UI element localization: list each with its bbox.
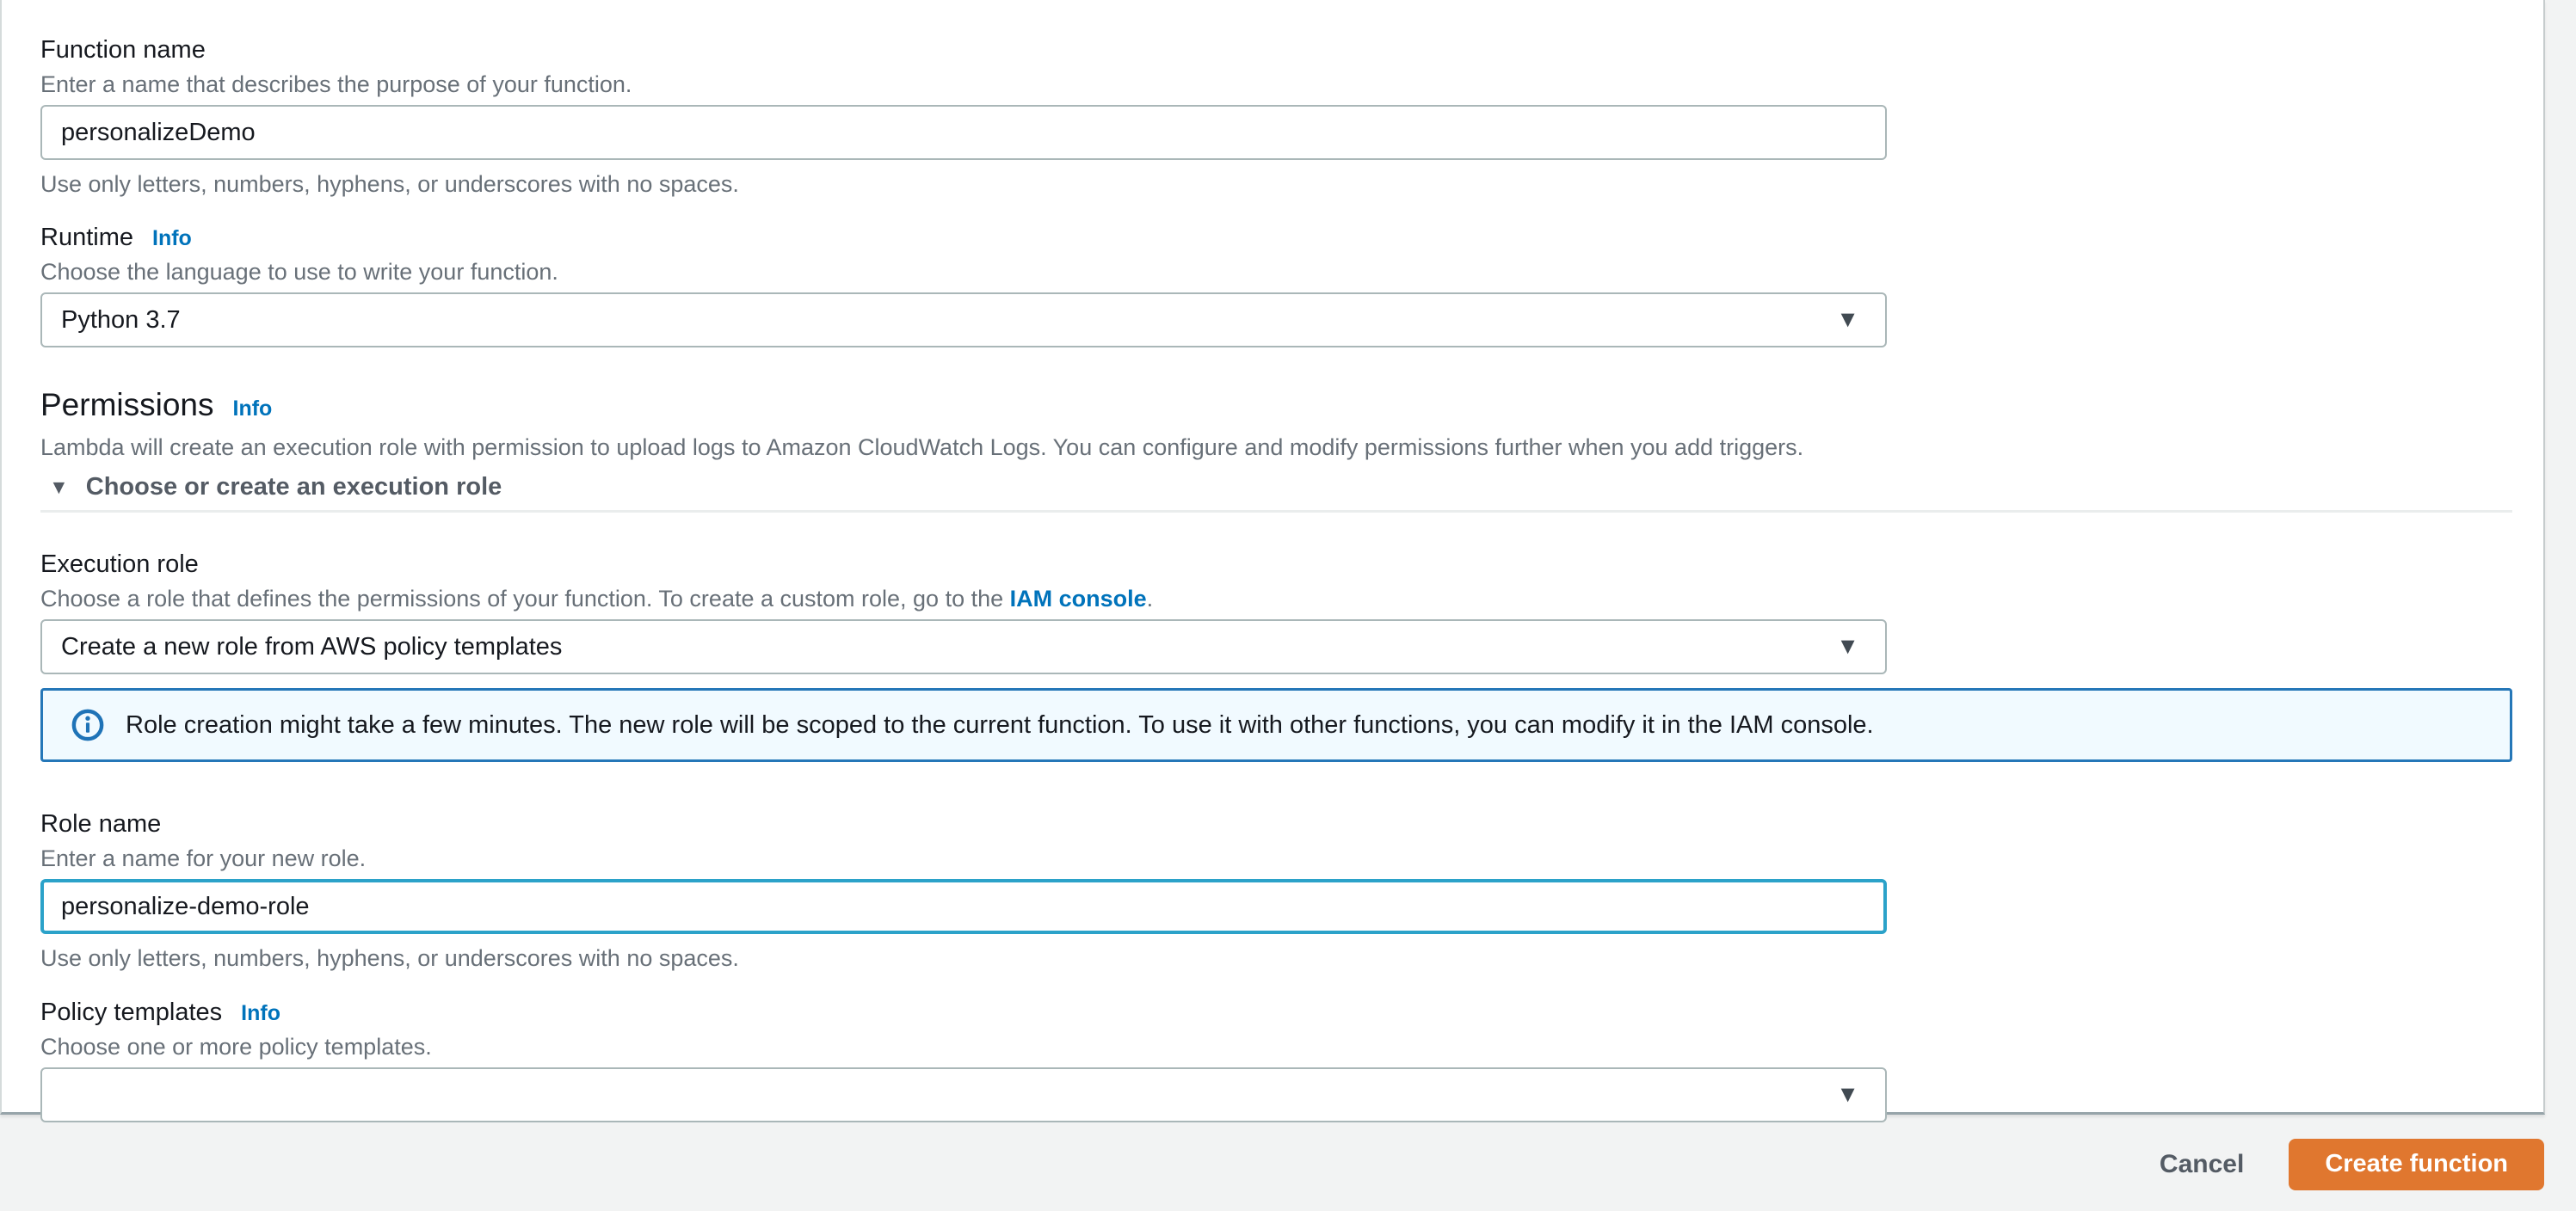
triangle-down-icon: ▼ [49, 475, 69, 498]
function-name-description: Enter a name that describes the purpose … [40, 71, 632, 97]
function-name-constraint-text: Use only letters, numbers, hyphens, or u… [40, 171, 739, 197]
permissions-heading: Permissions [40, 387, 214, 422]
function-name-label: Function name [40, 36, 206, 64]
runtime-description: Choose the language to use to write your… [40, 259, 558, 285]
chevron-down-icon: ▼ [1836, 632, 1859, 659]
role-name-constraint-text: Use only letters, numbers, hyphens, or u… [40, 945, 739, 971]
permissions-description: Lambda will create an execution role wit… [40, 434, 1804, 460]
cancel-button[interactable]: Cancel [2160, 1150, 2244, 1179]
iam-console-link[interactable]: IAM console [1010, 586, 1147, 612]
footer-action-bar: Cancel Create function [0, 1117, 2576, 1211]
policy-templates-select[interactable]: ▼ [40, 1067, 1887, 1122]
execution-role-expander[interactable]: ▼ Choose or create an execution role [40, 471, 2509, 502]
chevron-down-icon: ▼ [1836, 1080, 1859, 1107]
role-name-description: Enter a name for your new role. [40, 845, 367, 871]
function-name-section: Function name Enter a name that describe… [40, 0, 2509, 199]
execution-role-description-text: Choose a role that defines the permissio… [40, 586, 1010, 612]
execution-role-label: Execution role [40, 550, 199, 578]
runtime-section: Runtime Info Choose the language to use … [40, 199, 2509, 347]
create-function-form-card: Function name Enter a name that describe… [0, 0, 2545, 1122]
execution-role-section: Execution role Choose a role that define… [40, 513, 2512, 762]
execution-role-description: Choose a role that defines the permissio… [40, 584, 2509, 613]
permissions-heading-row: Permissions Info [40, 347, 2509, 425]
runtime-select[interactable]: Python 3.7 ▼ [40, 292, 1887, 347]
role-name-section: Role name Enter a name for your new role… [40, 762, 2509, 973]
chevron-down-icon: ▼ [1836, 305, 1859, 332]
execution-role-select[interactable]: Create a new role from AWS policy templa… [40, 619, 1887, 674]
runtime-selected-value: Python 3.7 [61, 305, 181, 334]
role-name-label: Role name [40, 810, 162, 838]
runtime-label: Runtime [40, 224, 133, 251]
policy-templates-info-link[interactable]: Info [241, 1001, 280, 1026]
policy-templates-section: Policy templates Info Choose one or more… [40, 973, 2509, 1122]
execution-role-selected-value: Create a new role from AWS policy templa… [61, 632, 563, 661]
runtime-info-link[interactable]: Info [152, 226, 192, 251]
create-function-button[interactable]: Create function [2289, 1138, 2544, 1190]
alert-message: Role creation might take a few minutes. … [126, 711, 1874, 739]
role-creation-info-alert: Role creation might take a few minutes. … [40, 688, 2512, 762]
role-name-input[interactable] [40, 879, 1887, 934]
permissions-info-link[interactable]: Info [233, 396, 273, 421]
execution-role-description-period: . [1146, 586, 1154, 612]
function-name-input[interactable] [40, 105, 1887, 160]
policy-templates-label: Policy templates [40, 999, 223, 1026]
info-circle-icon [71, 709, 104, 741]
expander-label: Choose or create an execution role [85, 473, 502, 501]
policy-templates-description: Choose one or more policy templates. [40, 1034, 432, 1060]
